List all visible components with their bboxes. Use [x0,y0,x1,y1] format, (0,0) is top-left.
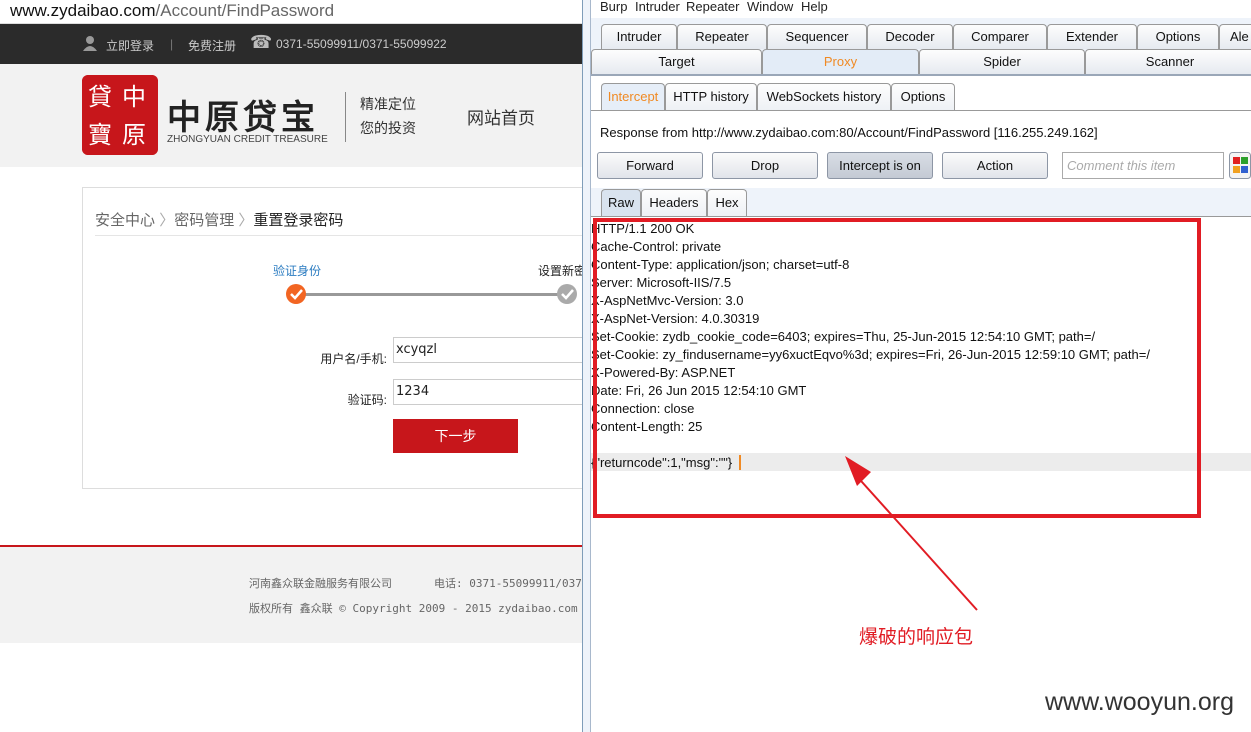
phone-icon: ☎ [250,32,273,52]
annotation-arrow [845,456,978,611]
login-link[interactable]: 立即登录 [106,37,154,54]
logo-seal: 貸 中 寶 原 [82,75,158,155]
url-domain: www.zydaibao.com [10,1,156,20]
step-1-label: 验证身份 [273,264,322,278]
highlight-color-icon[interactable] [1229,152,1251,179]
separator: | [170,37,174,51]
tab-extender[interactable]: Extender [1047,24,1137,49]
intercept-toggle-button[interactable]: Intercept is on [827,152,933,179]
logo-seal-graphic: 貸 中 寶 原 [82,75,158,155]
tab-intruder[interactable]: Intruder [601,24,677,49]
username-input[interactable]: xcyqzl [393,337,582,363]
subtab-options[interactable]: Options [891,83,955,110]
svg-text:原: 原 [122,121,146,149]
breadcrumb-divider [95,235,582,236]
tab-repeater[interactable]: Repeater [677,24,767,49]
address-bar[interactable]: www.zydaibao.com/Account/FindPassword [0,0,582,24]
burp-window: Burp Intruder Repeater Window Help Intru… [591,0,1251,732]
nav-home[interactable]: 网站首页 [467,104,535,129]
tab-options[interactable]: Options [1137,24,1219,49]
view-tab-raw[interactable]: Raw [601,189,641,216]
captcha-label: 验证码: [347,393,387,407]
svg-text:中: 中 [122,83,146,111]
response-from-label: Response from http://www.zydaibao.com:80… [600,125,1098,140]
tab-spider[interactable]: Spider [919,49,1085,74]
tab-scanner[interactable]: Scanner [1085,49,1251,74]
view-tab-hex[interactable]: Hex [707,189,747,216]
breadcrumb: 安全中心 〉密码管理 〉重置登录密码 [95,209,343,230]
menu-window[interactable]: Window [747,0,793,14]
burp-menubar: Burp Intruder Repeater Window Help [591,0,1251,18]
step-2-check-icon [557,284,577,304]
logo-divider [345,92,346,142]
breadcrumb-password[interactable]: 密码管理 [174,212,234,229]
subtab-websockets-history[interactable]: WebSockets history [757,83,891,110]
tab-target[interactable]: Target [591,49,762,74]
step-2-label: 设置新密 [538,264,582,278]
breadcrumb-security[interactable]: 安全中心 [95,212,155,229]
watermark: www.wooyun.org [1045,688,1234,716]
chevron-right-icon: 〉 [238,212,254,229]
step-progress-line [296,293,568,296]
menu-help[interactable]: Help [801,0,828,14]
comment-input[interactable]: Comment this item [1062,152,1224,179]
tab-comparer[interactable]: Comparer [953,24,1047,49]
captcha-input[interactable]: 1234 [393,379,582,405]
footer-company: 河南鑫众联金融服务有限公司 [249,577,392,590]
menu-repeater[interactable]: Repeater [686,0,739,14]
slogan-line-2: 您的投资 [360,120,416,136]
footer-copyright: 版权所有 鑫众联 © Copyright 2009 - 2015 zydaiba… [249,602,582,615]
tab-proxy[interactable]: Proxy [762,49,919,74]
step-1-check-icon [286,284,306,304]
footer-tel: 电话: 0371-55099911/0371- [434,577,582,590]
forward-button[interactable]: Forward [597,152,703,179]
tab-alerts[interactable]: Ale [1219,24,1251,49]
tab-underline [591,74,1251,76]
menu-intruder[interactable]: Intruder [635,0,680,14]
slogan-line-1: 精准定位 [360,96,416,112]
next-step-button[interactable]: 下一步 [393,419,518,453]
username-label: 用户名/手机: [320,352,387,366]
action-button[interactable]: Action [942,152,1048,179]
window-divider[interactable] [582,0,591,732]
annotation-label: 爆破的响应包 [859,627,974,648]
chevron-right-icon: 〉 [159,212,175,229]
tab-sequencer[interactable]: Sequencer [767,24,867,49]
drop-button[interactable]: Drop [712,152,818,179]
site-footer: 河南鑫众联金融服务有限公司 电话: 0371-55099911/0371- 版权… [0,545,582,643]
tab-decoder[interactable]: Decoder [867,24,953,49]
subtab-intercept[interactable]: Intercept [601,83,665,110]
phone-number: 0371-55099911/0371-55099922 [276,37,447,51]
breadcrumb-current: 重置登录密码 [253,212,344,229]
user-icon [83,36,97,51]
svg-text:貸: 貸 [88,83,112,111]
register-link[interactable]: 免费注册 [188,37,236,54]
logo-name: 中原贷宝 [167,99,319,137]
logo-english: ZHONGYUAN CREDIT TREASURE [167,134,328,145]
browser-window: www.zydaibao.com/Account/FindPassword 立即… [0,0,582,732]
menu-burp[interactable]: Burp [600,0,627,14]
site-topbar: 立即登录 | 免费注册 ☎ 0371-55099911/0371-5509992… [0,24,582,64]
svg-text:寶: 寶 [88,121,112,149]
view-tab-headers[interactable]: Headers [641,189,707,216]
url-path: /Account/FindPassword [155,1,335,20]
subtab-http-history[interactable]: HTTP history [665,83,757,110]
subtab-underline [591,110,1251,111]
